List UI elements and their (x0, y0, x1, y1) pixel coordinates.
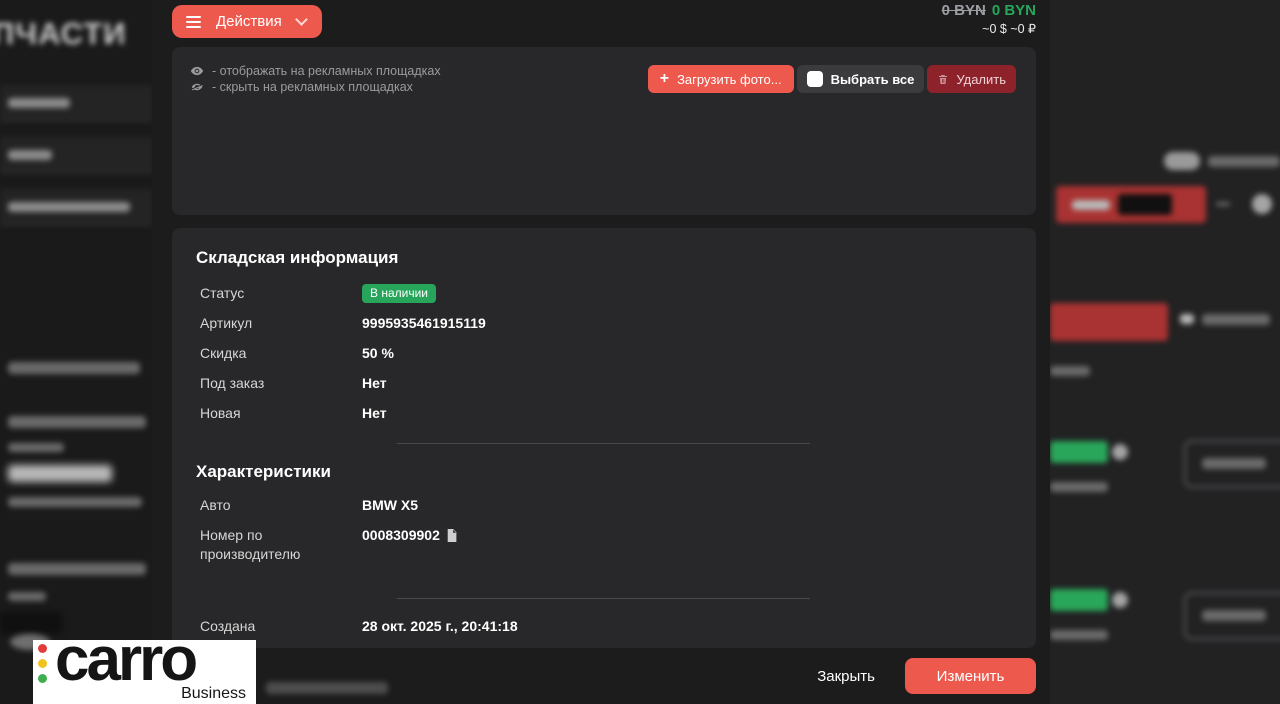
row-label: Авто (200, 496, 362, 515)
actions-button-label: Действия (216, 13, 282, 30)
background-sidebar: ПЧАСТИ (0, 0, 152, 704)
row-label: Статус (200, 284, 362, 303)
row-label: Артикул (200, 314, 362, 333)
blurred-eye-icon (1112, 444, 1128, 460)
chevron-down-icon (295, 13, 308, 26)
trash-icon (937, 73, 949, 86)
blurred-label (8, 150, 52, 160)
blurred-text (1202, 610, 1266, 621)
photos-card: - отображать на рекламных площадках - ск… (172, 47, 1036, 215)
sidebar-title: ПЧАСТИ (0, 16, 127, 52)
row-value: 9995935461915119 (362, 314, 486, 333)
blurred-toggle (1164, 152, 1200, 170)
delete-button[interactable]: Удалить (927, 65, 1016, 93)
copy-icon[interactable] (446, 529, 457, 542)
divider (397, 598, 810, 599)
eye-off-icon (190, 80, 204, 94)
legend-show-row: - отображать на рекламных площадках (190, 63, 441, 79)
blurred-text (8, 592, 46, 601)
select-all-checkbox[interactable] (807, 71, 823, 87)
legend-hide-label: - скрыть на рекламных площадках (212, 80, 413, 94)
blurred-eye-icon (1112, 592, 1128, 608)
carro-logo: carro Business (33, 640, 256, 704)
row-value: 0008309902 (362, 526, 440, 545)
select-all-button[interactable]: Выбрать все (797, 65, 925, 93)
blurred-text (1050, 630, 1108, 640)
blurred-label (8, 98, 70, 108)
logo-dots-icon (38, 644, 47, 683)
blurred-text (8, 443, 64, 452)
blurred-text (8, 362, 140, 374)
logo-brand-text: carro (55, 640, 195, 695)
photo-toolbar: + Загрузить фото... Выбрать все Удалить (648, 65, 1016, 93)
specs-section-title: Характеристики (196, 462, 1012, 482)
blurred-box (1118, 194, 1172, 215)
info-row-discount: Скидка 50 % (196, 344, 1012, 363)
blurred-text (1202, 458, 1266, 469)
info-row-on-order: Под заказ Нет (196, 374, 1012, 393)
hamburger-icon (186, 16, 201, 28)
status-badge: В наличии (362, 284, 436, 303)
edit-button[interactable]: Изменить (905, 658, 1036, 694)
blurred-green-badge (1050, 441, 1108, 463)
blurred-text (1050, 482, 1108, 492)
blurred-text (1072, 200, 1110, 210)
close-button[interactable]: Закрыть (817, 668, 875, 685)
info-row-created: Создана 28 окт. 2025 г., 20:41:18 (196, 617, 1012, 636)
blurred-text (1050, 366, 1090, 376)
row-label: Новая (200, 404, 362, 423)
blurred-box (0, 612, 62, 634)
price-summary: 0 BYN 0 BYN ~0 $ ~0 ₽ (942, 2, 1036, 38)
modal-footer: Закрыть Изменить (152, 648, 1050, 704)
info-row-article: Артикул 9995935461915119 (196, 314, 1012, 333)
upload-photo-label: Загрузить фото... (677, 72, 781, 87)
eye-icon (190, 64, 204, 78)
price-approx: ~0 $ ~0 ₽ (942, 20, 1036, 38)
row-label: Создана (200, 617, 362, 636)
divider (397, 443, 810, 444)
blurred-text (8, 563, 146, 575)
blurred-value (8, 465, 112, 482)
price-new: 0 BYN (992, 2, 1036, 19)
blurred-icon (1180, 314, 1194, 324)
upload-photo-button[interactable]: + Загрузить фото... (648, 65, 794, 93)
select-all-label: Выбрать все (831, 72, 915, 87)
background-panel (1050, 0, 1280, 704)
actions-button[interactable]: Действия (172, 5, 322, 38)
row-label: Под заказ (200, 374, 362, 393)
row-value: BMW X5 (362, 496, 418, 515)
row-label: Номер по производителю (200, 526, 362, 564)
blurred-icon (1252, 194, 1272, 214)
row-value: Нет (362, 374, 387, 393)
blurred-text (8, 416, 146, 428)
blurred-text (266, 682, 388, 694)
screen: ПЧАСТИ (0, 0, 1280, 704)
delete-label: Удалить (956, 72, 1006, 87)
info-row-car: Авто BMW X5 (196, 496, 1012, 515)
info-row-status: Статус В наличии (196, 284, 1012, 303)
legend-hide-row: - скрыть на рекламных площадках (190, 79, 441, 95)
blurred-red-button (1050, 303, 1168, 341)
blurred-label (8, 202, 130, 212)
info-row-manufacturer-number: Номер по производителю 0008309902 (196, 526, 1012, 564)
info-row-new: Новая Нет (196, 404, 1012, 423)
blurred-text (8, 497, 142, 507)
logo-sub-text: Business (181, 685, 246, 703)
row-value: Нет (362, 404, 387, 423)
blurred-text (1202, 314, 1270, 325)
row-value: 50 % (362, 344, 394, 363)
price-old: 0 BYN (942, 2, 986, 19)
part-details-modal: Действия 0 BYN 0 BYN ~0 $ ~0 ₽ - отобража… (152, 0, 1050, 704)
plus-icon: + (660, 71, 669, 87)
row-label: Скидка (200, 344, 362, 363)
row-value: 28 окт. 2025 г., 20:41:18 (362, 617, 518, 636)
blurred-dash (1216, 202, 1230, 206)
blurred-label (1208, 156, 1280, 167)
visibility-legend: - отображать на рекламных площадках - ск… (190, 63, 441, 95)
stock-section-title: Складская информация (196, 248, 1012, 268)
info-card: Складская информация Статус В наличии Ар… (172, 228, 1036, 648)
blurred-green-badge (1050, 589, 1108, 611)
legend-show-label: - отображать на рекламных площадках (212, 64, 441, 78)
